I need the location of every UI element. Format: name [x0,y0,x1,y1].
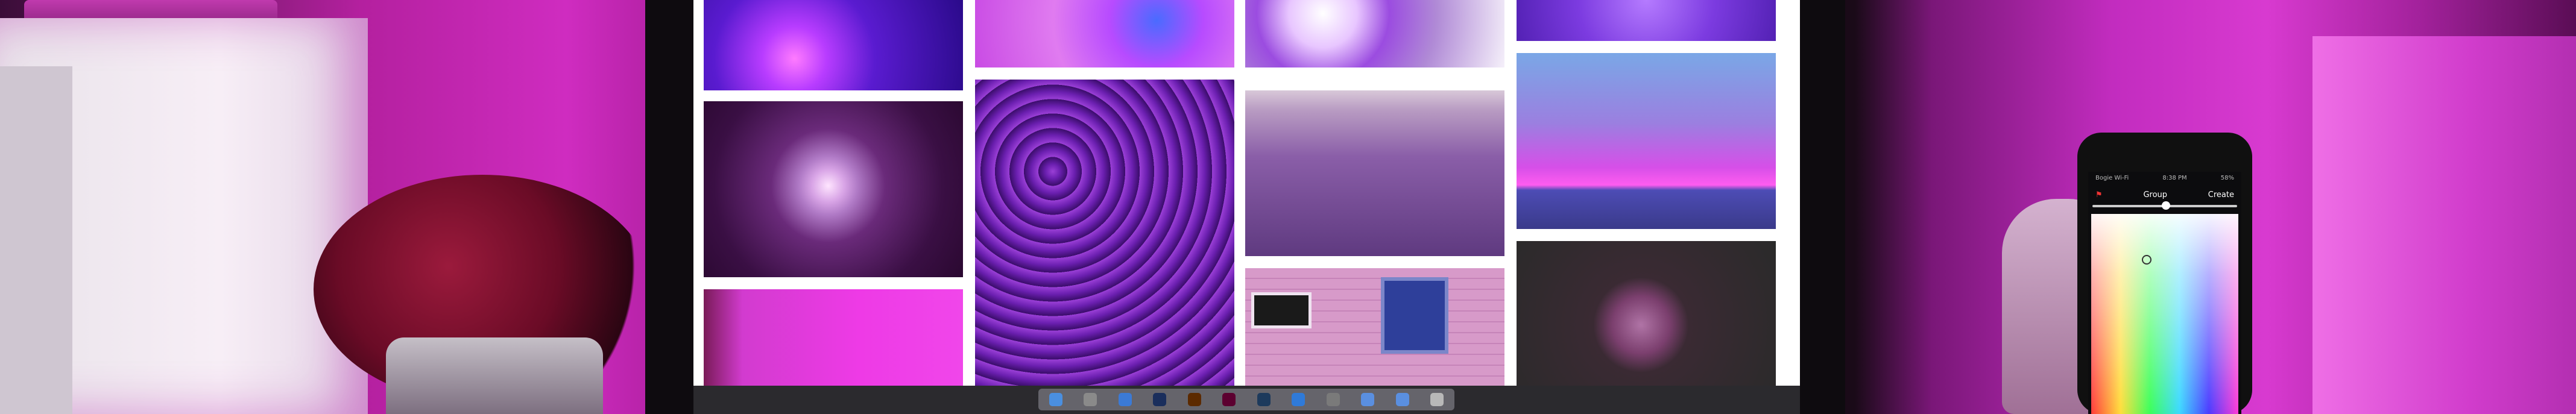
vase [386,337,603,414]
illustrator-icon[interactable] [1187,393,1201,406]
create-button[interactable]: Create [2208,190,2234,199]
carrier-label: Bogie Wi-Fi [2095,175,2129,181]
photo-magenta-block [704,289,963,386]
photo-sunset-birds [1517,53,1776,229]
time-label: 8:38 PM [2162,175,2187,181]
safari-icon[interactable] [1118,393,1132,406]
lightroom-icon[interactable] [1257,393,1271,406]
photo-dark-flower [1517,241,1776,386]
system-icon[interactable] [1084,393,1097,406]
photo-balloons [1245,0,1504,67]
left-cabinet [0,18,368,414]
phone-title: Group [2143,190,2168,199]
app-icon[interactable] [1326,393,1340,406]
monitor-screen [693,0,1800,386]
flag-icon[interactable]: ⚑ [2095,190,2103,199]
photo-allium-field [1245,90,1504,256]
cloud-icon[interactable] [1292,393,1305,406]
indesign-icon[interactable] [1222,393,1236,406]
color-picker-cursor[interactable] [2142,255,2151,265]
cabinet-edge [0,66,72,414]
photo-white-daisy [704,101,963,277]
brightness-slider-knob[interactable] [2162,201,2170,210]
battery-label: 58% [2220,175,2234,181]
phone-header: ⚑ Group Create [2095,188,2234,201]
window-small [1251,292,1312,328]
folder-icon-2[interactable] [1395,393,1409,406]
photo-fiber-optic-lamp [704,0,963,90]
room-scene: Bogie Wi-Fi 8:38 PM 58% ⚑ Group Create [0,0,2576,414]
photo-phlox-flowers [975,80,1234,386]
color-picker-field[interactable] [2091,214,2238,414]
phone-status-bar: Bogie Wi-Fi 8:38 PM 58% [2095,175,2234,187]
trash-icon[interactable] [1430,393,1444,406]
mac-dock[interactable] [1038,389,1454,410]
photo-pink-wall-window [1245,268,1504,386]
window-blue [1381,277,1448,354]
right-cabinet [2312,36,2576,414]
photo-violet-water [1517,0,1776,41]
folder-icon[interactable] [1361,393,1375,406]
photoshop-icon[interactable] [1153,393,1167,406]
photo-purple-flowers-top [975,0,1234,67]
finder-icon[interactable] [1049,393,1062,406]
